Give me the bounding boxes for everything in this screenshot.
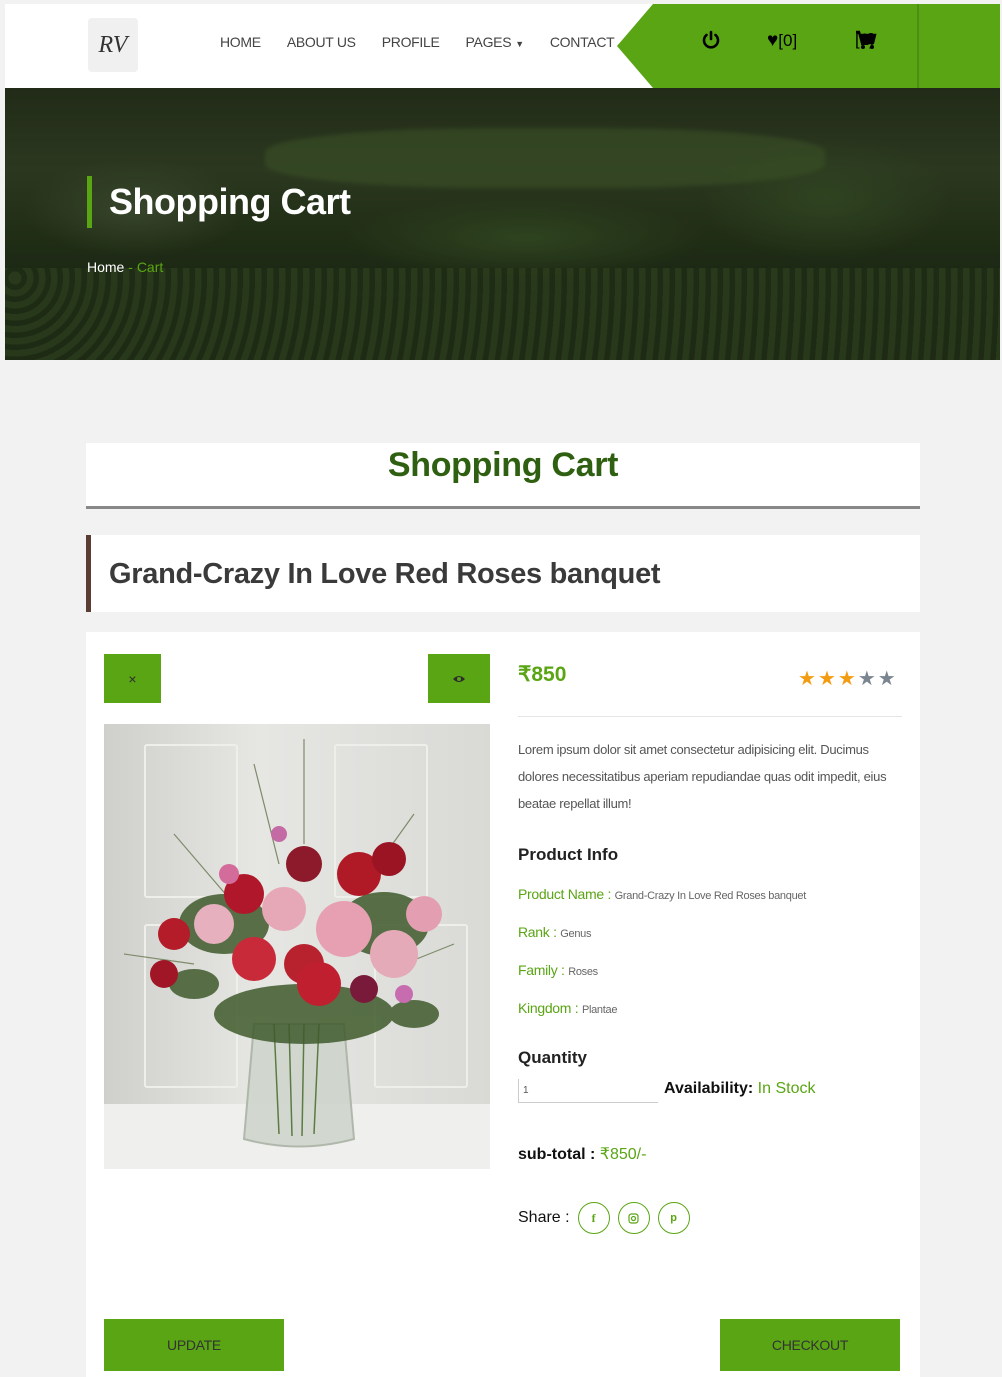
info-key: Rank [518, 924, 550, 940]
info-key: Product Name [518, 886, 604, 902]
site-logo[interactable]: RV [88, 18, 138, 72]
availability: Availability: In Stock [664, 1080, 815, 1098]
subtotal: sub-total : ₹850/- [518, 1144, 646, 1164]
breadcrumb: Home - Cart [87, 259, 163, 275]
share-row: Share : f p [518, 1202, 690, 1234]
main-nav: HOME ABOUT US PROFILE PAGES ▼ CONTACT [220, 34, 640, 50]
hero-banner: Shopping Cart Home - Cart [5, 88, 1000, 360]
product-title: Grand-Crazy In Love Red Roses banquet [109, 558, 661, 590]
cart-icon [856, 30, 877, 49]
update-button[interactable]: UPDATE [104, 1319, 284, 1371]
availability-label: Availability: [664, 1080, 754, 1097]
info-value: Roses [568, 966, 598, 978]
section-title: Shopping Cart [387, 446, 619, 484]
facebook-share-button[interactable]: f [577, 1202, 610, 1234]
star-empty-icon: ★ [877, 668, 898, 690]
share-label: Share : [518, 1209, 570, 1226]
page: RV HOME ABOUT US PROFILE PAGES ▼ CONTACT … [5, 4, 1000, 1377]
cart-item-card: × ₹850 ★★★★★ Lorem ipsum dolor sit amet … [86, 632, 920, 1377]
facebook-icon: f [591, 1210, 596, 1225]
bouquet-illustration [123, 739, 455, 1148]
star-empty-icon: ★ [857, 668, 878, 690]
logo-text: RV [98, 31, 128, 58]
wishlist-button[interactable]: ♥ [0] [767, 30, 797, 52]
site-header: RV HOME ABOUT US PROFILE PAGES ▼ CONTACT … [5, 4, 1000, 88]
info-value: Plantae [581, 1004, 618, 1016]
close-icon: × [128, 670, 137, 687]
breadcrumb-home[interactable]: Home [87, 259, 124, 275]
info-row-kingdom: Kingdom : Plantae [518, 1000, 618, 1016]
nav-pages[interactable]: PAGES ▼ [465, 34, 525, 50]
quantity-label: Quantity [518, 1048, 587, 1067]
chevron-down-icon: ▼ [515, 39, 524, 49]
breadcrumb-current: Cart [136, 259, 164, 275]
breadcrumb-separator: - [124, 259, 137, 275]
product-price: ₹850 [518, 663, 567, 686]
wishlist-count: [0] [778, 31, 798, 50]
info-row-rank: Rank : Genus [518, 924, 592, 940]
remove-item-button[interactable]: × [104, 654, 161, 703]
info-value: Genus [560, 928, 592, 940]
section-title-box: Shopping Cart [86, 443, 920, 509]
subtotal-label: sub-total : [518, 1146, 596, 1163]
header-action-bar: ♥[0] [1] [617, 4, 1000, 88]
info-key: Family [518, 962, 558, 978]
hero-title: Shopping Cart [87, 176, 351, 228]
star-filled-icon: ★ [837, 668, 858, 690]
divider [518, 716, 902, 717]
availability-status: In Stock [757, 1080, 816, 1097]
product-image [104, 724, 490, 1169]
info-value: Grand-Crazy In Love Red Roses banquet [614, 890, 807, 902]
star-filled-icon: ★ [798, 668, 818, 690]
cart-button[interactable]: [1] [855, 30, 877, 50]
pinterest-share-button[interactable]: p [657, 1202, 690, 1234]
info-row-product-name: Product Name : Grand-Crazy In Love Red R… [518, 886, 806, 902]
product-title-box: Grand-Crazy In Love Red Roses banquet [86, 535, 920, 612]
info-key: Kingdom [518, 1000, 572, 1016]
eye-icon [453, 675, 465, 682]
rating-stars: ★★★★★ [798, 666, 898, 691]
view-item-button[interactable] [428, 654, 490, 703]
quantity-input[interactable] [518, 1079, 658, 1103]
green-bar-shape [617, 4, 1000, 88]
star-filled-icon: ★ [817, 668, 838, 690]
product-description: Lorem ipsum dolor sit amet consectetur a… [518, 742, 887, 811]
nav-about-us[interactable]: ABOUT US [287, 34, 356, 50]
pinterest-icon: p [670, 1212, 677, 1224]
info-row-family: Family : Roses [518, 962, 598, 978]
checkout-button[interactable]: CHECKOUT [720, 1319, 900, 1371]
nav-home[interactable]: HOME [220, 34, 261, 50]
instagram-icon [628, 1212, 639, 1224]
nav-profile[interactable]: PROFILE [382, 34, 440, 50]
power-icon [702, 30, 720, 49]
nav-pages-label: PAGES [465, 34, 512, 50]
subtotal-value: ₹850/- [599, 1146, 647, 1163]
product-info-heading: Product Info [518, 845, 619, 864]
instagram-share-button[interactable] [617, 1202, 650, 1234]
heart-icon: ♥ [767, 30, 779, 51]
nav-contact[interactable]: CONTACT [550, 34, 615, 50]
